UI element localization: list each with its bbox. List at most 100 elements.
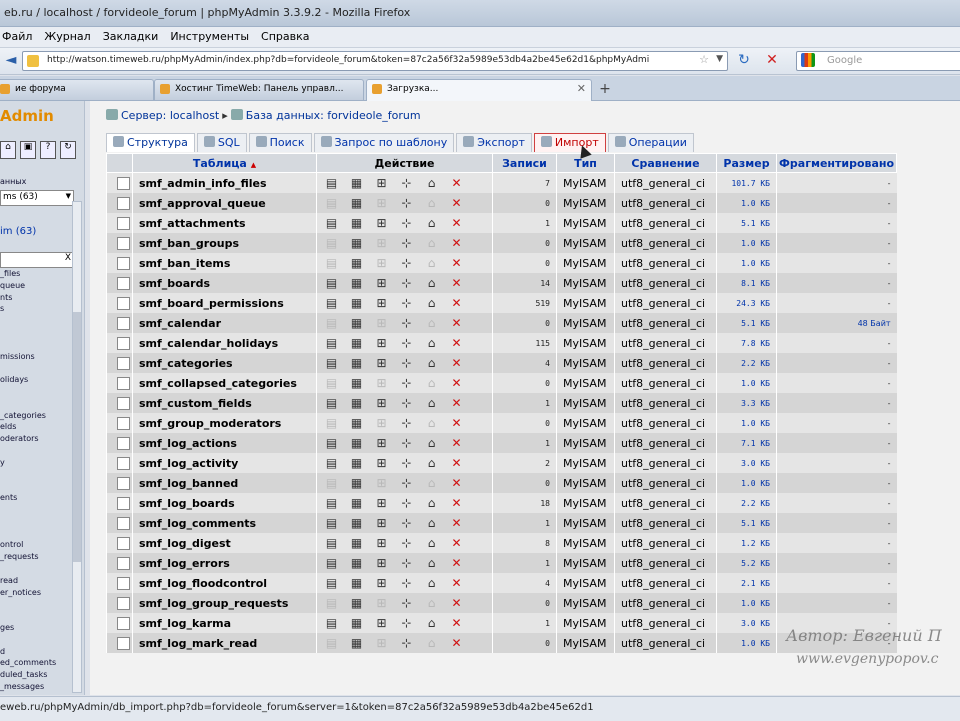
table-name-link[interactable]: smf_boards — [132, 273, 317, 293]
row-checkbox[interactable] — [117, 296, 130, 310]
structure-icon[interactable]: ▦ — [350, 416, 363, 430]
sql-window-icon[interactable]: ▣ — [20, 141, 36, 159]
search-icon[interactable]: ⊞ — [375, 536, 388, 550]
size-value[interactable]: 1.0 КБ — [716, 253, 777, 273]
search-icon[interactable]: ⊞ — [375, 356, 388, 370]
left-table-link[interactable]: duled_tasks — [0, 670, 47, 679]
structure-icon[interactable]: ▦ — [350, 576, 363, 590]
insert-icon[interactable]: ⊹ — [400, 176, 413, 190]
docs-icon[interactable]: ? — [40, 141, 56, 159]
browser-tab-loading[interactable]: Загрузка... ✕ — [366, 79, 592, 101]
structure-icon[interactable]: ▦ — [350, 316, 363, 330]
search-icon[interactable]: ⊞ — [375, 616, 388, 630]
overhead-value[interactable]: 48 Байт — [775, 313, 897, 333]
table-name-link[interactable]: smf_ban_items — [132, 253, 317, 273]
browse-icon[interactable]: ▤ — [325, 476, 338, 490]
browse-icon[interactable]: ▤ — [325, 296, 338, 310]
table-name-link[interactable]: smf_collapsed_categories — [132, 373, 317, 393]
size-value[interactable]: 5.1 КБ — [716, 513, 777, 533]
table-name-link[interactable]: smf_log_digest — [132, 533, 317, 553]
insert-icon[interactable]: ⊹ — [400, 296, 413, 310]
insert-icon[interactable]: ⊹ — [400, 236, 413, 250]
structure-icon[interactable]: ▦ — [350, 616, 363, 630]
empty-icon[interactable]: ⌂ — [425, 456, 438, 470]
insert-icon[interactable]: ⊹ — [400, 356, 413, 370]
clear-filter-icon[interactable]: X — [65, 253, 71, 263]
structure-icon[interactable]: ▦ — [350, 556, 363, 570]
back-arrow-icon[interactable]: ◄ — [1, 51, 21, 69]
drop-icon[interactable]: ✕ — [450, 496, 463, 510]
database-select[interactable]: ms (63) ▼ — [0, 190, 74, 206]
row-checkbox[interactable] — [117, 256, 130, 270]
tab-import[interactable]: Импорт — [533, 133, 606, 152]
tab-export[interactable]: Экспорт — [456, 133, 532, 152]
menu-item[interactable]: Справка — [261, 30, 309, 43]
size-value[interactable]: 2.2 КБ — [716, 353, 777, 373]
drop-icon[interactable]: ✕ — [450, 436, 463, 450]
structure-icon[interactable]: ▦ — [350, 636, 363, 650]
menu-item[interactable]: Файл — [2, 30, 32, 43]
drop-icon[interactable]: ✕ — [450, 476, 463, 490]
insert-icon[interactable]: ⊹ — [400, 196, 413, 210]
insert-icon[interactable]: ⊹ — [400, 456, 413, 470]
browse-icon[interactable]: ▤ — [325, 516, 338, 530]
drop-icon[interactable]: ✕ — [450, 636, 463, 650]
address-bar[interactable]: http://watson.timeweb.ru/phpMyAdmin/inde… — [22, 51, 728, 71]
insert-icon[interactable]: ⊹ — [400, 316, 413, 330]
table-name-link[interactable]: smf_ban_groups — [132, 233, 317, 253]
structure-icon[interactable]: ▦ — [350, 236, 363, 250]
search-icon[interactable]: ⊞ — [375, 276, 388, 290]
structure-icon[interactable]: ▦ — [350, 596, 363, 610]
row-checkbox[interactable] — [117, 556, 130, 570]
row-checkbox[interactable] — [117, 416, 130, 430]
structure-icon[interactable]: ▦ — [350, 256, 363, 270]
search-icon[interactable]: ⊞ — [375, 336, 388, 350]
insert-icon[interactable]: ⊹ — [400, 536, 413, 550]
size-column-header[interactable]: Размер — [716, 153, 777, 173]
drop-icon[interactable]: ✕ — [450, 536, 463, 550]
menu-item[interactable]: Инструменты — [170, 30, 249, 43]
drop-icon[interactable]: ✕ — [450, 556, 463, 570]
drop-icon[interactable]: ✕ — [450, 216, 463, 230]
left-table-link[interactable]: read — [0, 576, 18, 585]
left-table-link[interactable]: s — [0, 304, 4, 313]
row-checkbox[interactable] — [117, 396, 130, 410]
table-name-link[interactable]: smf_log_activity — [132, 453, 317, 473]
structure-icon[interactable]: ▦ — [350, 196, 363, 210]
tab-structure[interactable]: Структура — [106, 133, 195, 152]
drop-icon[interactable]: ✕ — [450, 316, 463, 330]
structure-icon[interactable]: ▦ — [350, 396, 363, 410]
left-table-link[interactable]: _messages — [0, 682, 44, 691]
drop-icon[interactable]: ✕ — [450, 336, 463, 350]
browse-icon[interactable]: ▤ — [325, 616, 338, 630]
drop-icon[interactable]: ✕ — [450, 616, 463, 630]
left-table-link[interactable]: nts — [0, 293, 12, 302]
browse-icon[interactable]: ▤ — [325, 176, 338, 190]
insert-icon[interactable]: ⊹ — [400, 596, 413, 610]
drop-icon[interactable]: ✕ — [450, 296, 463, 310]
drop-icon[interactable]: ✕ — [450, 376, 463, 390]
left-table-link[interactable]: ed_comments — [0, 658, 56, 667]
row-checkbox[interactable] — [117, 356, 130, 370]
browse-icon[interactable]: ▤ — [325, 336, 338, 350]
size-value[interactable]: 7.8 КБ — [716, 333, 777, 353]
search-icon[interactable]: ⊞ — [375, 456, 388, 470]
home-icon[interactable]: ⌂ — [0, 141, 16, 159]
search-icon[interactable]: ⊞ — [375, 476, 388, 490]
table-name-link[interactable]: smf_log_banned — [132, 473, 317, 493]
search-icon[interactable]: ⊞ — [375, 436, 388, 450]
insert-icon[interactable]: ⊹ — [400, 496, 413, 510]
table-name-link[interactable]: smf_custom_fields — [132, 393, 317, 413]
browse-icon[interactable]: ▤ — [325, 196, 338, 210]
size-value[interactable]: 1.0 КБ — [716, 633, 777, 653]
search-icon[interactable]: ⊞ — [375, 236, 388, 250]
insert-icon[interactable]: ⊹ — [400, 336, 413, 350]
search-icon[interactable]: ⊞ — [375, 496, 388, 510]
menu-item[interactable]: Закладки — [103, 30, 159, 43]
search-icon[interactable]: ⊞ — [375, 256, 388, 270]
insert-icon[interactable]: ⊹ — [400, 556, 413, 570]
structure-icon[interactable]: ▦ — [350, 356, 363, 370]
structure-icon[interactable]: ▦ — [350, 436, 363, 450]
table-name-link[interactable]: smf_calendar_holidays — [132, 333, 317, 353]
size-value[interactable]: 2.1 КБ — [716, 573, 777, 593]
